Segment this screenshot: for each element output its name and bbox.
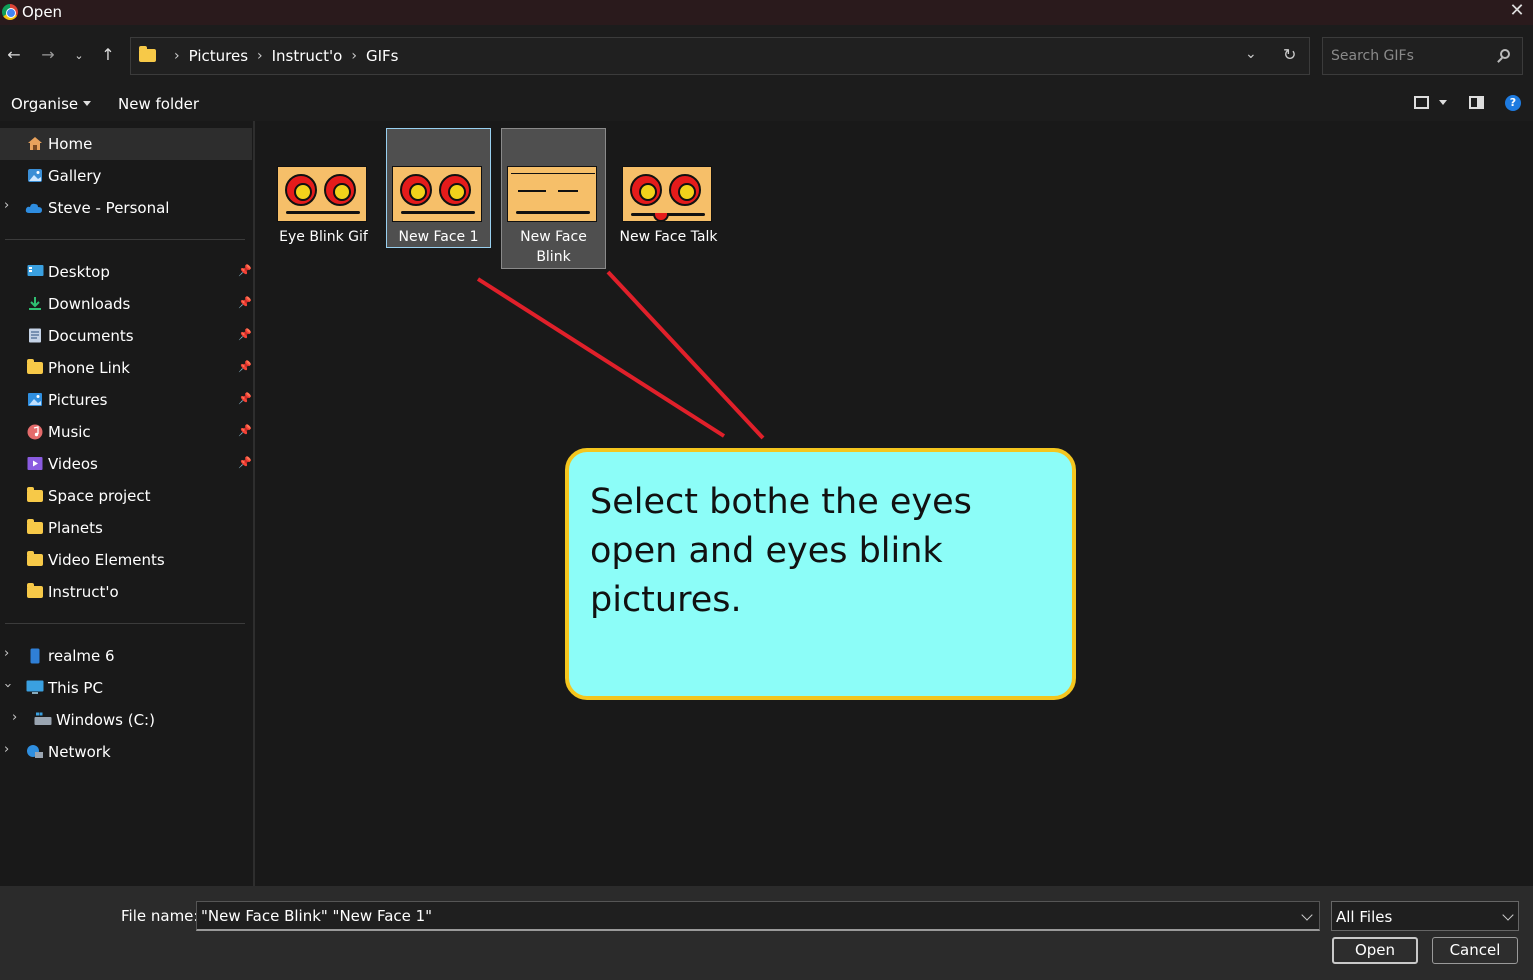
cancel-button[interactable]: Cancel <box>1432 937 1518 964</box>
file-type-value: All Files <box>1336 908 1393 926</box>
open-button[interactable]: Open <box>1332 937 1418 964</box>
annotation-callout: Select bothe the eyes open and eyes blin… <box>565 448 1076 700</box>
chevron-down-icon <box>1502 909 1514 921</box>
chevron-down-icon[interactable] <box>1301 909 1313 921</box>
file-name-combobox[interactable] <box>196 901 1320 931</box>
callout-text: Select bothe the eyes open and eyes blin… <box>590 482 972 620</box>
file-name-field[interactable] <box>201 907 1291 925</box>
dialog-footer: File name: All Files Open Cancel <box>0 886 1533 980</box>
file-name-label: File name: <box>121 907 199 925</box>
file-type-select[interactable]: All Files <box>1331 901 1519 931</box>
